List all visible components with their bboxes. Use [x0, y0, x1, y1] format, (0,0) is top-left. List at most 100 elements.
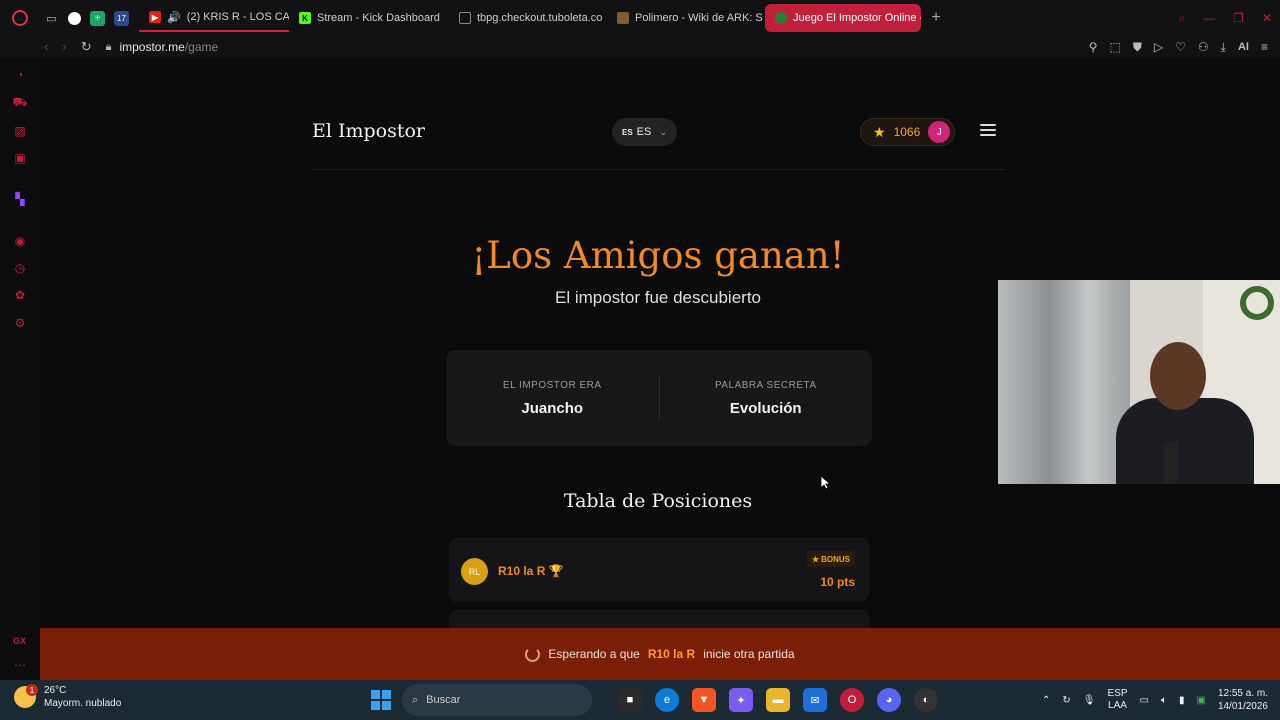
taskbar-apps: ■ e ▼ ✦ ▬ ✉ O ◕ ◐	[618, 688, 938, 712]
twitch-icon[interactable]: ▚	[13, 192, 27, 206]
play-icon[interactable]: ▷	[1154, 40, 1163, 54]
profile-icon[interactable]: ⚇	[1198, 40, 1209, 54]
toolbar-icons: ⚲ ⬚ ⛊ ▷ ♡ ⚇ ⤓ AI ≡	[1089, 36, 1268, 58]
microphone	[1164, 442, 1178, 484]
site-header: El Impostor ES ES ⌄ ★ 1066 J	[312, 58, 1006, 170]
opera-gx-icon[interactable]: O	[840, 688, 864, 712]
edge-icon[interactable]: e	[655, 688, 679, 712]
speed-dial-icon[interactable]: ◔	[13, 68, 27, 82]
leaderboard-row: RL R10 la R 🏆 ★ BONUS 10 pts	[449, 538, 869, 602]
tab-kick[interactable]: K Stream - Kick Dashboard	[289, 4, 449, 32]
network-icon[interactable]: ▭	[1140, 695, 1149, 706]
outlook-icon[interactable]: ✉	[803, 688, 827, 712]
reveal-card: EL IMPOSTOR ERA Juancho PALABRA SECRETA …	[446, 350, 872, 446]
windows-start-icon[interactable]	[371, 690, 391, 710]
nav-buttons: ‹ › ↻	[44, 39, 92, 55]
player-name: R10 la R 🏆	[498, 564, 564, 578]
reload-icon[interactable]: ↻	[81, 39, 92, 55]
taskbar-search[interactable]: ⌕ Buscar	[402, 684, 592, 716]
trophy-icon: 🏆	[548, 564, 564, 578]
window-controls: ⌕ — ❐ ✕	[1178, 0, 1272, 36]
notification-badge: 1	[26, 684, 38, 696]
forward-icon[interactable]: ›	[62, 39, 66, 55]
opera-menu-button[interactable]	[0, 0, 40, 36]
tab-ark-wiki[interactable]: Polimero - Wiki de ARK: S	[607, 4, 765, 32]
temperature: 26°C	[44, 685, 67, 696]
waiting-banner: Esperando a que R10 la R inicie otra par…	[40, 628, 1280, 680]
heart-icon[interactable]: ♡	[1175, 40, 1186, 54]
gx-icon[interactable]: GX	[13, 636, 26, 646]
tab-title: (2) KRIS R - LOS CACO	[186, 11, 289, 23]
sheets-icon[interactable]: +	[90, 10, 105, 26]
pin-icon[interactable]: ⚲	[1089, 40, 1098, 54]
wallet-icon[interactable]: ▨	[13, 124, 27, 138]
address-bar: ‹ › ↻ 🔒︎ impostor.me/game ⚲ ⬚ ⛊ ▷ ♡ ⚇ ⤓ …	[0, 36, 1280, 58]
secret-word-label: PALABRA SECRETA	[714, 379, 817, 391]
tab-youtube[interactable]: ▶ 🔊 (2) KRIS R - LOS CACO	[139, 4, 289, 32]
menu-icon[interactable]: ≡	[1261, 40, 1268, 54]
chevron-down-icon: ⌄	[659, 126, 667, 137]
search-tabs-icon[interactable]: ⌕	[1178, 11, 1185, 26]
more-icon[interactable]: ⋯	[14, 658, 26, 672]
lang-bottom: LAA	[1108, 700, 1127, 711]
new-tab-button[interactable]: +	[925, 7, 947, 29]
copilot-icon[interactable]: ✦	[729, 688, 753, 712]
input-language[interactable]: ESP LAA	[1108, 688, 1128, 712]
close-icon[interactable]: ✕	[1262, 11, 1272, 25]
volume-icon[interactable]: 🔈︎	[1161, 695, 1167, 706]
download-icon[interactable]: ⤓	[1221, 40, 1226, 55]
mic-icon[interactable]: 🎙︎	[1083, 695, 1096, 706]
url-field[interactable]: 🔒︎ impostor.me/game	[106, 40, 219, 54]
battery-icon[interactable]: ▮	[1179, 695, 1185, 706]
star-icon: ★	[811, 554, 820, 564]
clock[interactable]: 12:55 a. m. 14/01/2026	[1218, 687, 1268, 713]
shopping-icon[interactable]: ⛟	[12, 95, 27, 110]
tab-title: Juego El Impostor Online -	[793, 12, 921, 24]
brave-icon[interactable]: ▼	[692, 688, 716, 712]
tab-impostor[interactable]: Juego El Impostor Online -	[765, 4, 921, 32]
history-icon[interactable]: ◷	[13, 261, 27, 275]
player-icon[interactable]: ◉	[13, 234, 27, 248]
coins-count: 1066	[893, 125, 921, 139]
hamburger-menu-icon[interactable]	[980, 124, 996, 136]
opera-logo-icon	[12, 10, 28, 26]
shield-icon[interactable]: ⛊	[1133, 40, 1142, 55]
messenger-icon[interactable]: ▣	[13, 151, 27, 165]
kick-icon: K	[299, 12, 311, 24]
impostor-name: Juancho	[521, 399, 584, 417]
settings-icon[interactable]: ⚙	[13, 316, 27, 330]
circle-icon[interactable]	[68, 11, 81, 25]
tv-icon[interactable]: ▭	[44, 11, 59, 26]
tab-tuboleta[interactable]: tbpg.checkout.tuboleta.co	[449, 4, 607, 32]
extensions-icon[interactable]: ✿	[13, 288, 27, 302]
task-view-icon[interactable]: ■	[618, 688, 642, 712]
sync-icon[interactable]: ↻	[1062, 695, 1070, 706]
avatar[interactable]: J	[928, 121, 951, 143]
player-name-text: R10 la R	[498, 564, 546, 578]
speaker-icon[interactable]: 🔊	[167, 11, 181, 24]
wiki-icon	[617, 12, 629, 24]
minimize-icon[interactable]: —	[1203, 11, 1215, 25]
file-explorer-icon[interactable]: ▬	[766, 688, 790, 712]
player-avatar: RL	[461, 558, 488, 585]
lock-icon[interactable]: 🔒︎	[106, 41, 112, 54]
curtain	[998, 280, 1128, 484]
chevron-up-icon[interactable]: ⌃	[1042, 695, 1050, 706]
bonus-badge: ★ BONUS	[806, 551, 855, 567]
snapshot-icon[interactable]: ⬚	[1110, 40, 1121, 54]
ai-button[interactable]: AI	[1238, 41, 1249, 53]
coins-badge[interactable]: ★ 1066 J	[860, 118, 956, 146]
discord-icon[interactable]: ◕	[877, 688, 901, 712]
restore-icon[interactable]: ❐	[1233, 11, 1244, 25]
obs-icon[interactable]: ◐	[914, 688, 938, 712]
search-icon: ⌕	[412, 693, 419, 706]
seventeen-icon[interactable]: 17	[114, 10, 129, 26]
language-selector[interactable]: ES ES ⌄	[612, 118, 677, 146]
weather-widget[interactable]: 1 26°C Mayorm. nublado	[14, 684, 121, 710]
browser-tab-bar: ▭ + 17 ▶ 🔊 (2) KRIS R - LOS CACO K Strea…	[0, 0, 1280, 36]
secret-word: Evolución	[729, 399, 802, 417]
nvidia-icon[interactable]: ▣	[1196, 695, 1205, 706]
back-icon[interactable]: ‹	[44, 39, 48, 55]
site-title[interactable]: El Impostor	[312, 120, 425, 142]
impostor-icon	[775, 12, 787, 24]
